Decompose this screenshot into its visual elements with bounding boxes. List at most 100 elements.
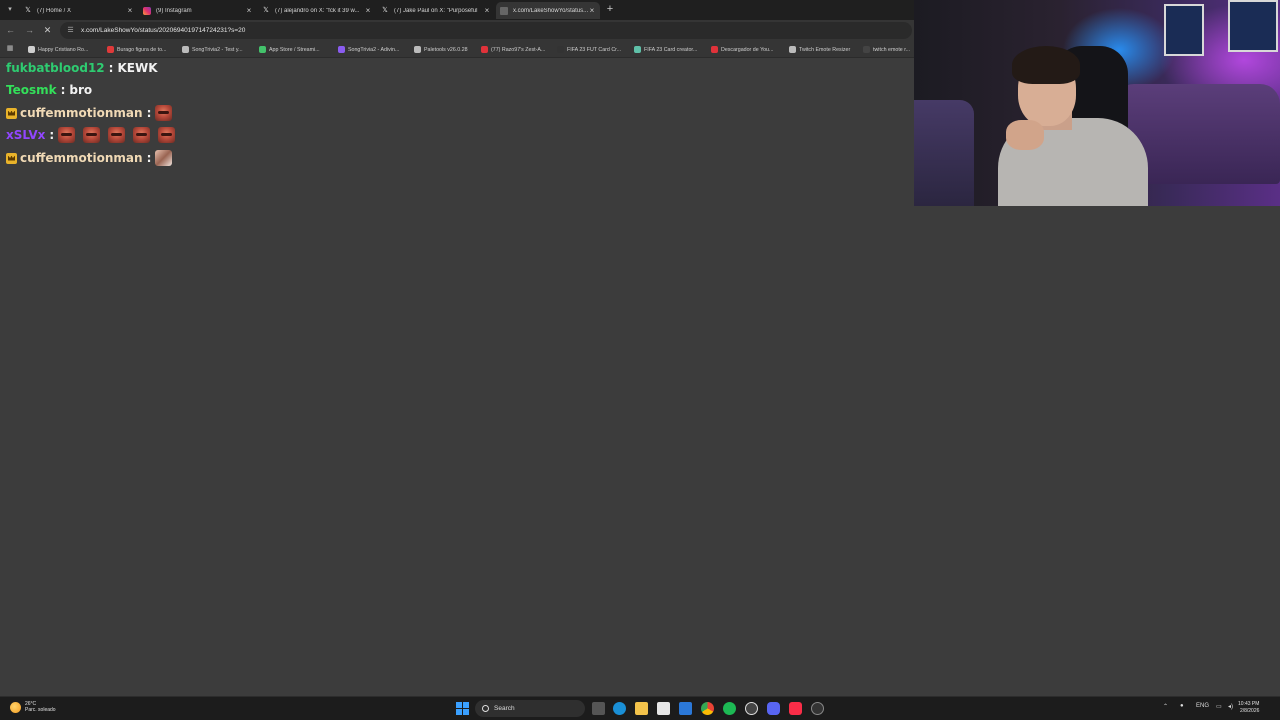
bookmark-item[interactable]: SongTrivia2 - Adivin... xyxy=(338,44,399,55)
edge-icon[interactable] xyxy=(613,702,626,715)
chat-message: fukbatblood12: KEWK xyxy=(6,58,158,78)
tab-alejandro-x[interactable]: 𝕏 (7) alejandro on X: "fck it 39 w... × xyxy=(258,2,376,19)
system-clock[interactable]: 10:43 PM 2/8/2026 xyxy=(1238,701,1259,715)
search-icon xyxy=(482,705,489,712)
forward-button[interactable]: → xyxy=(24,25,35,36)
x-icon: 𝕏 xyxy=(382,6,388,14)
tab-close-icon[interactable]: × xyxy=(588,6,596,15)
wall-frame xyxy=(1164,4,1204,56)
search-label: Search xyxy=(494,705,515,712)
language-indicator[interactable]: ENG xyxy=(1196,703,1209,709)
tab-title: (7) Home / X xyxy=(37,7,72,14)
network-icon[interactable]: ▭ xyxy=(1216,703,1222,710)
bookmark-label: twitch emote r... xyxy=(873,46,911,53)
chat-text: bro xyxy=(69,83,93,97)
volume-icon[interactable]: ◂) xyxy=(1228,703,1233,710)
chat-separator: : xyxy=(146,151,152,165)
bookmark-label: Burago figura de to... xyxy=(117,46,167,53)
bookmark-item[interactable]: twitch emote r... xyxy=(863,44,910,55)
tab-home-x[interactable]: 𝕏 (7) Home / X × xyxy=(20,2,138,19)
bookmark-favicon-icon xyxy=(481,46,488,53)
chat-username: Teosmk xyxy=(6,83,57,97)
clock-time: 10:43 PM xyxy=(1238,701,1260,707)
chat-username: fukbatblood12 xyxy=(6,61,105,75)
taskbar-search[interactable]: Search xyxy=(475,700,585,717)
weather-sun-icon xyxy=(10,701,21,713)
tab-title: (9) Instagram xyxy=(156,7,192,14)
chat-username: cuffemmotionman xyxy=(20,106,143,120)
bookmark-item[interactable]: Burago figura de to... xyxy=(107,44,166,55)
tab-close-icon[interactable]: × xyxy=(245,6,253,15)
chat-username: xSLVx xyxy=(6,128,46,142)
chat-emote-icon xyxy=(58,127,76,143)
bookmark-favicon-icon xyxy=(634,46,641,53)
bookmark-item[interactable]: FIFA 23 FUT Card Cr... xyxy=(557,44,621,55)
tab-title: (7) alejandro on X: "fck it 39 w... xyxy=(275,7,360,14)
url-text: x.com/LakeShowYo/status/2020694019714724… xyxy=(81,27,246,34)
chat-message: cuffemmotionman: xyxy=(6,103,180,123)
bookmark-item[interactable]: FIFA 23 Card creator... xyxy=(634,44,697,55)
task-view-icon[interactable] xyxy=(592,702,605,715)
microphone-icon[interactable]: ● xyxy=(1180,703,1184,709)
tab-close-icon[interactable]: × xyxy=(364,6,372,15)
bookmark-label: Happy Cristiano Ro... xyxy=(38,46,89,53)
webcam-feed xyxy=(914,0,1280,206)
bookmark-item[interactable]: App Store / Streami... xyxy=(259,44,320,55)
tab-close-icon[interactable]: × xyxy=(126,6,134,15)
chat-emote-icon xyxy=(133,127,151,143)
tab-close-icon[interactable]: × xyxy=(483,6,491,15)
bookmark-item[interactable]: SongTrivia2 - Test y... xyxy=(182,44,243,55)
chat-message: xSLVx: xyxy=(6,125,183,145)
chat-username: cuffemmotionman xyxy=(20,151,143,165)
weather-widget[interactable]: 26°C Parc. soleado xyxy=(10,701,56,713)
mail-icon[interactable] xyxy=(679,702,692,715)
bookmark-item[interactable]: Descargador de You... xyxy=(711,44,773,55)
bookmark-favicon-icon xyxy=(414,46,421,53)
bookmark-favicon-icon xyxy=(338,46,345,53)
bookmark-item[interactable]: Twitch Emote Resizer xyxy=(789,44,850,55)
bookmark-label: FIFA 23 FUT Card Cr... xyxy=(567,46,622,53)
store-icon[interactable] xyxy=(657,702,670,715)
discord-icon[interactable] xyxy=(767,702,780,715)
chat-separator: : xyxy=(108,61,114,75)
x-icon: 𝕏 xyxy=(263,6,269,14)
obs-icon[interactable] xyxy=(745,702,758,715)
clock-date: 2/8/2026 xyxy=(1239,708,1260,714)
bookmark-item[interactable]: Paletools v26.0.28 xyxy=(414,44,468,55)
file-explorer-icon[interactable] xyxy=(635,702,648,715)
chrome-icon[interactable] xyxy=(701,702,714,715)
tab-search-chevron-icon[interactable]: ▾ xyxy=(4,4,16,16)
tab-jake-paul-x[interactable]: 𝕏 (7) Jake Paul on X: "Purposeful × xyxy=(377,2,495,19)
spotify-icon[interactable] xyxy=(723,702,736,715)
bookmark-favicon-icon xyxy=(863,46,870,53)
apps-grid-icon[interactable]: ▦ xyxy=(6,45,14,53)
x-icon: 𝕏 xyxy=(25,6,31,14)
back-button[interactable]: ← xyxy=(5,25,16,36)
couch-left xyxy=(914,100,974,206)
bookmark-label: Descargador de You... xyxy=(721,46,774,53)
instagram-icon xyxy=(143,6,151,15)
tab-title: x.com/LakeShowYo/status... xyxy=(513,7,588,14)
bookmark-label: Twitch Emote Resizer xyxy=(799,46,851,53)
address-bar[interactable]: ☰ x.com/LakeShowYo/status/20206940197147… xyxy=(60,22,912,39)
tab-instagram[interactable]: (9) Instagram × xyxy=(139,2,257,19)
bookmark-item[interactable]: (77) Razo97's Zest-A... xyxy=(481,44,545,55)
site-info-icon[interactable]: ☰ xyxy=(66,26,75,35)
app-icon[interactable] xyxy=(811,702,824,715)
tray-chevron-icon[interactable]: ⌃ xyxy=(1163,703,1168,710)
streamer-hand xyxy=(1006,120,1044,150)
bookmark-favicon-icon xyxy=(711,46,718,53)
windows-taskbar: 26°C Parc. soleado Search ⌃ ● ENG ▭ ◂) 1… xyxy=(0,696,1280,720)
start-windows-icon[interactable] xyxy=(456,702,469,715)
new-tab-button[interactable]: + xyxy=(604,3,616,15)
bookmark-favicon-icon xyxy=(259,46,266,53)
chat-message: Teosmk: bro xyxy=(6,80,92,100)
bookmark-favicon-icon xyxy=(182,46,189,53)
tab-lakeshowyo-status[interactable]: x.com/LakeShowYo/status... × xyxy=(496,2,600,19)
bookmark-item[interactable]: Happy Cristiano Ro... xyxy=(28,44,88,55)
chat-emote-icon xyxy=(108,127,126,143)
music-icon[interactable] xyxy=(789,702,802,715)
wall-frame xyxy=(1228,0,1278,52)
page-icon xyxy=(500,6,508,15)
stop-loading-button[interactable]: ✕ xyxy=(42,25,53,36)
